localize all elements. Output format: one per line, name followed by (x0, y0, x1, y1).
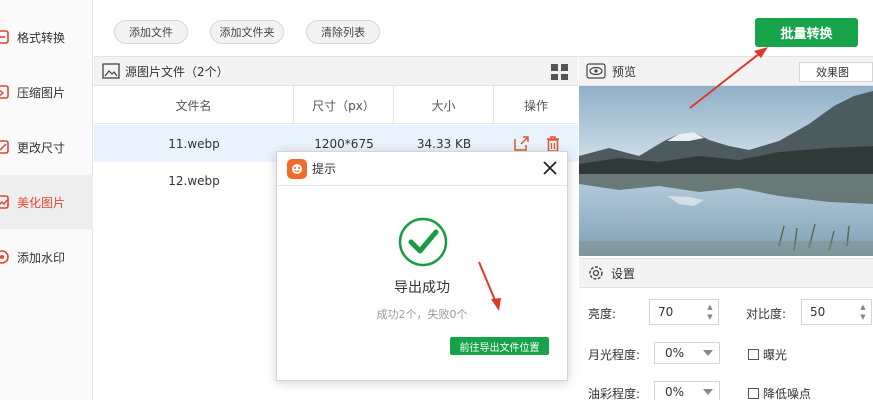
add-file-button[interactable]: 添加文件 (114, 20, 188, 44)
success-check-icon (398, 217, 448, 267)
file-list-title: 源图片文件（2个） (125, 64, 229, 79)
dialog-header: 提示 (277, 152, 567, 186)
brightness-value: 70 (658, 305, 674, 319)
sidebar-item-format-convert[interactable]: 格式转换 (0, 10, 93, 64)
format-convert-icon (0, 30, 11, 44)
preview-header: 预览 效果图 (579, 56, 873, 86)
sidebar-item-label: 更改尺寸 (17, 140, 66, 155)
sidebar: 格式转换 压缩图片 更改尺寸 美化图片 添加水印 (0, 0, 93, 400)
sidebar-item-label: 格式转换 (17, 30, 66, 45)
image-icon (102, 63, 120, 79)
grid-view-icon[interactable] (551, 64, 568, 80)
denoise-checkbox[interactable]: 降低噪点 (748, 385, 811, 400)
dialog-title: 提示 (312, 162, 337, 176)
eye-icon (586, 63, 606, 79)
sidebar-item-watermark[interactable]: 添加水印 (0, 230, 93, 284)
file-name: 12.webp (168, 173, 220, 188)
checkbox-box[interactable] (748, 388, 759, 399)
oil-value: 0% (665, 385, 685, 399)
contrast-spinner[interactable]: 50 ▲ ▼ (801, 299, 872, 325)
spinner-up-icon[interactable]: ▲ (705, 303, 715, 312)
resize-icon (0, 140, 11, 154)
clear-list-button[interactable]: 清除列表 (306, 20, 380, 44)
app-logo-icon (287, 158, 307, 179)
sidebar-item-resize[interactable]: 更改尺寸 (0, 120, 93, 174)
gear-icon (587, 264, 605, 282)
settings-header: 设置 (579, 258, 873, 288)
beautify-image-icon (0, 195, 11, 209)
success-dialog: 提示 导出成功 成功2个，失败0个 前往导出文件位置 (276, 151, 568, 381)
exposure-checkbox[interactable]: 曝光 (748, 346, 787, 363)
column-header[interactable]: 操作 (494, 86, 578, 124)
close-icon[interactable] (542, 160, 558, 176)
spinner-down-icon[interactable]: ▼ (705, 313, 715, 322)
moonlight-label: 月光程度: (588, 348, 641, 362)
compress-image-icon (0, 85, 11, 99)
spinner-down-icon[interactable]: ▼ (858, 313, 868, 322)
column-header[interactable]: 大小 (394, 86, 494, 124)
effect-select-value: 效果图 (816, 66, 849, 79)
sidebar-item-beautify-image[interactable]: 美化图片 (0, 175, 93, 229)
add-folder-button[interactable]: 添加文件夹 (210, 20, 284, 44)
watermark-icon (0, 250, 11, 264)
toolbar: 添加文件 添加文件夹 清除列表 批量转换 (94, 0, 873, 55)
effect-select[interactable]: 效果图 (799, 62, 873, 82)
dialog-message: 导出成功 (394, 280, 450, 296)
contrast-label: 对比度: (746, 307, 787, 321)
exposure-label: 曝光 (763, 348, 788, 362)
sidebar-item-compress-image[interactable]: 压缩图片 (0, 65, 93, 119)
denoise-label: 降低噪点 (763, 387, 812, 400)
batch-convert-button[interactable]: 批量转换 (755, 18, 858, 47)
chevron-down-icon (703, 389, 713, 395)
brightness-label: 亮度: (588, 307, 617, 321)
dialog-detail: 成功2个，失败0个 (376, 308, 468, 321)
checkbox-box[interactable] (748, 349, 759, 360)
preview-image (579, 86, 873, 256)
brightness-spinner[interactable]: 70 ▲ ▼ (649, 299, 719, 325)
file-table-header: 文件名 尺寸（px） 大小 操作 (94, 86, 578, 124)
sidebar-item-label: 添加水印 (17, 250, 66, 265)
column-header[interactable]: 尺寸（px） (294, 86, 394, 124)
settings-label: 设置 (611, 266, 636, 281)
sidebar-item-label: 美化图片 (17, 195, 66, 210)
chevron-down-icon (703, 350, 713, 356)
preview-label: 预览 (612, 64, 637, 79)
moonlight-value: 0% (665, 346, 685, 360)
open-export-location-button[interactable]: 前往导出文件位置 (450, 337, 549, 355)
app-window: 格式转换 压缩图片 更改尺寸 美化图片 添加水印 添加文件 添加文件夹 清除列表… (0, 0, 873, 400)
oil-select[interactable]: 0% (654, 381, 720, 400)
moonlight-select[interactable]: 0% (654, 342, 720, 364)
sidebar-item-label: 压缩图片 (17, 85, 66, 100)
oil-label: 油彩程度: (588, 387, 641, 400)
spinner-up-icon[interactable]: ▲ (858, 303, 868, 312)
file-name: 11.webp (168, 136, 220, 151)
file-list-header: 源图片文件（2个） (94, 56, 578, 86)
contrast-value: 50 (810, 305, 826, 319)
column-header[interactable]: 文件名 (94, 86, 294, 124)
